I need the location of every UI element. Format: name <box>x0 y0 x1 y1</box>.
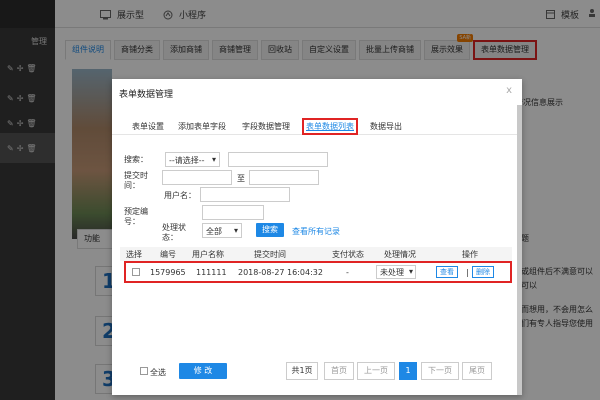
modal-header: 表单数据管理 x <box>112 79 522 105</box>
search-input[interactable] <box>228 152 328 167</box>
row-id: 1579965 <box>150 268 186 277</box>
table-row: 1579965 111111 2018-08-27 16:04:32 - 未处理… <box>124 261 512 283</box>
booking-no-input[interactable] <box>202 205 264 220</box>
modal-footer: 全选 修 改 共1页 首页 上一页 1 下一页 尾页 <box>112 362 517 386</box>
col-operation: 操作 <box>462 250 478 259</box>
status-select[interactable]: 全部 ▾ <box>202 223 242 238</box>
form-data-modal: 表单数据管理 x 表单设置 添加表单字段 字段数据管理 表单数据列表 数据导出 … <box>112 79 522 395</box>
modify-button[interactable]: 修 改 <box>179 363 227 379</box>
total-pages: 共1页 <box>286 362 318 380</box>
view-button[interactable]: 查看 <box>436 266 458 278</box>
search-field-select[interactable]: --请选择-- ▾ <box>165 152 220 167</box>
last-page-button[interactable]: 尾页 <box>462 362 492 380</box>
row-submit-time: 2018-08-27 16:04:32 <box>238 268 323 277</box>
col-username: 用户名称 <box>192 250 224 259</box>
row-username: 111111 <box>196 268 227 277</box>
search-button[interactable]: 搜索 <box>256 223 284 237</box>
col-pay-status: 支付状态 <box>332 250 364 259</box>
tab-data-export[interactable]: 数据导出 <box>370 121 402 132</box>
next-page-button[interactable]: 下一页 <box>421 362 459 380</box>
delete-button[interactable]: 删除 <box>472 266 494 278</box>
chevron-down-icon: ▾ <box>211 155 216 164</box>
modal-scrollbar[interactable] <box>517 105 522 395</box>
modal-title: 表单数据管理 <box>119 90 174 100</box>
col-select: 选择 <box>126 250 142 259</box>
current-page[interactable]: 1 <box>399 362 417 380</box>
tab-add-form-field[interactable]: 添加表单字段 <box>178 121 226 132</box>
start-time-input[interactable] <box>162 170 232 185</box>
col-id: 编号 <box>160 250 176 259</box>
select-all-checkbox[interactable] <box>140 367 148 375</box>
modal-tabs: 表单设置 添加表单字段 字段数据管理 表单数据列表 数据导出 <box>112 117 517 135</box>
status-select-value: 全部 <box>206 227 222 236</box>
username-label: 用户名： <box>164 191 196 200</box>
search-select-value: --请选择-- <box>169 156 205 165</box>
chevron-down-icon: ▾ <box>408 267 413 276</box>
row-checkbox[interactable] <box>132 268 140 276</box>
search-label: 搜索： <box>124 155 148 164</box>
username-input[interactable] <box>200 187 290 202</box>
col-handle-status: 处理情况 <box>384 250 416 259</box>
row-pay-status: - <box>346 268 349 277</box>
view-all-records-link[interactable]: 查看所有记录 <box>292 226 340 237</box>
tab-field-data-manage[interactable]: 字段数据管理 <box>242 121 290 132</box>
prev-page-button[interactable]: 上一页 <box>357 362 395 380</box>
table-header: 选择 编号 用户名称 提交时间 支付状态 处理情况 操作 <box>120 247 512 261</box>
col-submit-time: 提交时间 <box>254 250 286 259</box>
select-all-label: 全选 <box>150 368 166 377</box>
tab-form-data-list[interactable]: 表单数据列表 <box>302 118 358 135</box>
tab-form-settings[interactable]: 表单设置 <box>132 121 164 132</box>
submit-time-label: 提交时间： <box>124 171 148 190</box>
close-icon[interactable]: x <box>506 85 512 96</box>
end-time-input[interactable] <box>249 170 319 185</box>
status-label: 处理状态： <box>162 223 186 242</box>
row-handle-status-value: 未处理 <box>380 268 404 277</box>
first-page-button[interactable]: 首页 <box>324 362 354 380</box>
separator: | <box>466 268 469 277</box>
row-handle-status-select[interactable]: 未处理 ▾ <box>376 265 416 279</box>
booking-no-label: 预定编号： <box>124 207 148 226</box>
to-label: 至 <box>237 174 245 183</box>
chevron-down-icon: ▾ <box>233 226 238 235</box>
